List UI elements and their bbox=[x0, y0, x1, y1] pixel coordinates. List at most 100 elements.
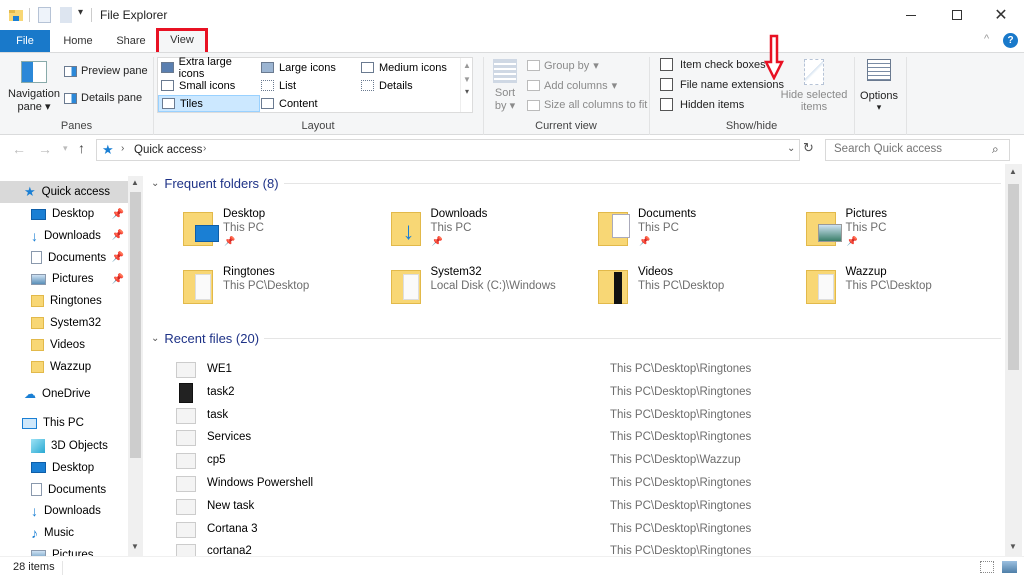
scrollbar-thumb[interactable] bbox=[1008, 184, 1019, 370]
sidebar-item-pc-downloads[interactable]: ↓ Downloads bbox=[0, 500, 128, 522]
content-scrollbar[interactable]: ▲ ▼ bbox=[1005, 164, 1022, 556]
recent-file-row[interactable]: task This PC\Desktop\Ringtones bbox=[143, 405, 1003, 427]
item-check-boxes-checkbox[interactable]: Item check boxes bbox=[660, 58, 766, 71]
forward-button[interactable]: → bbox=[38, 141, 52, 157]
recent-file-row[interactable]: task2 This PC\Desktop\Ringtones bbox=[143, 382, 1003, 404]
hide-selected-items-button[interactable]: Hide selected items bbox=[780, 57, 848, 113]
new-folder-icon[interactable] bbox=[60, 7, 72, 23]
recent-file-row[interactable]: cortana2 This PC\Desktop\Ringtones bbox=[143, 541, 1003, 556]
sidebar-item-this-pc[interactable]: This PC bbox=[0, 412, 128, 434]
tab-view[interactable]: View bbox=[156, 28, 208, 52]
recent-file-row[interactable]: cp5 This PC\Desktop\Wazzup bbox=[143, 450, 1003, 472]
sidebar-item-wazzup[interactable]: Wazzup bbox=[0, 356, 128, 378]
pin-icon[interactable]: 📌 bbox=[112, 274, 124, 285]
address-dropdown-icon[interactable]: ⌄ bbox=[787, 143, 795, 154]
scroll-down-icon[interactable]: ▼ bbox=[131, 542, 139, 551]
layout-scroll[interactable]: ▲ ▼ ▾ bbox=[460, 58, 473, 112]
sidebar-scrollbar[interactable]: ▲ ▼ bbox=[128, 176, 143, 556]
recent-file-row[interactable]: Services This PC\Desktop\Ringtones bbox=[143, 427, 1003, 449]
back-button[interactable]: ← bbox=[12, 141, 26, 157]
frequent-folder-system32[interactable]: System32 Local Disk (C:)\Windows bbox=[390, 266, 591, 316]
navigation-pane-button[interactable]: Navigation pane ▾ bbox=[8, 57, 60, 115]
sidebar-item-onedrive[interactable]: ☁ OneDrive bbox=[0, 383, 128, 405]
add-columns-button[interactable]: Add columns ▾ bbox=[527, 79, 617, 92]
details-view-icon[interactable] bbox=[980, 561, 994, 573]
recent-file-row[interactable]: Cortana 3 This PC\Desktop\Ringtones bbox=[143, 519, 1003, 541]
maximize-button[interactable] bbox=[934, 0, 980, 30]
collapse-chevron-icon[interactable]: ⌄ bbox=[151, 333, 159, 344]
layout-tiles[interactable]: Tiles bbox=[158, 95, 260, 112]
sidebar-item-documents[interactable]: Documents 📌 bbox=[0, 247, 128, 269]
sidebar-item-pc-music[interactable]: ♪ Music bbox=[0, 522, 128, 544]
tab-file[interactable]: File bbox=[0, 30, 50, 52]
recent-file-row[interactable]: New task This PC\Desktop\Ringtones bbox=[143, 496, 1003, 518]
details-pane-button[interactable]: Details pane bbox=[64, 92, 142, 104]
scrollbar-thumb[interactable] bbox=[130, 192, 141, 458]
layout-extra-large-icons[interactable]: Extra large icons bbox=[158, 56, 258, 80]
pin-icon[interactable]: 📌 bbox=[112, 252, 124, 263]
scroll-down-icon[interactable]: ▼ bbox=[1009, 542, 1017, 551]
search-box[interactable]: ⌕ bbox=[825, 139, 1010, 161]
group-by-button[interactable]: Group by ▾ bbox=[527, 59, 599, 72]
recent-file-row[interactable]: WE1 This PC\Desktop\Ringtones bbox=[143, 359, 1003, 381]
pin-icon[interactable]: 📌 bbox=[847, 236, 858, 247]
properties-icon[interactable] bbox=[38, 7, 51, 23]
customize-toolbar-dropdown-icon[interactable]: ▾ bbox=[78, 7, 83, 18]
up-button[interactable]: ↑ bbox=[78, 140, 85, 156]
hidden-items-checkbox[interactable]: Hidden items bbox=[660, 98, 744, 111]
sidebar-item-pc-desktop[interactable]: Desktop bbox=[0, 457, 128, 479]
large-icons-view-icon[interactable] bbox=[1002, 561, 1017, 573]
size-columns-button[interactable]: Size all columns to fit bbox=[527, 99, 647, 111]
layout-large-icons[interactable]: Large icons bbox=[258, 59, 358, 76]
frequent-folder-videos[interactable]: Videos This PC\Desktop bbox=[598, 266, 798, 316]
layout-details[interactable]: Details bbox=[358, 77, 458, 94]
preview-pane-button[interactable]: Preview pane bbox=[64, 65, 148, 77]
frequent-folder-pictures[interactable]: Pictures This PC 📌 bbox=[805, 208, 1006, 258]
expand-gallery-icon[interactable]: ▾ bbox=[461, 87, 473, 96]
frequent-folders-header[interactable]: ⌄ Frequent folders (8) bbox=[151, 176, 1001, 191]
recent-file-row[interactable]: Windows Powershell This PC\Desktop\Ringto… bbox=[143, 473, 1003, 495]
sidebar-item-quick-access[interactable]: ★ Quick access bbox=[0, 181, 128, 203]
breadcrumb-quick-access[interactable]: Quick access bbox=[134, 144, 202, 156]
search-input[interactable] bbox=[834, 143, 984, 155]
collapse-ribbon-icon[interactable]: ^ bbox=[984, 33, 989, 45]
frequent-folder-ringtones[interactable]: Ringtones This PC\Desktop bbox=[183, 266, 383, 316]
sort-by-button[interactable]: Sort by ▾ bbox=[490, 57, 520, 112]
tab-share[interactable]: Share bbox=[108, 30, 154, 52]
layout-medium-icons[interactable]: Medium icons bbox=[358, 59, 458, 76]
sidebar-item-desktop[interactable]: Desktop 📌 bbox=[0, 203, 128, 225]
options-button[interactable]: Options ▾ bbox=[856, 57, 902, 113]
sidebar-item-system32[interactable]: System32 bbox=[0, 312, 128, 334]
sidebar-item-pictures[interactable]: Pictures 📌 bbox=[0, 268, 128, 290]
pin-icon[interactable]: 📌 bbox=[224, 236, 235, 247]
layout-list[interactable]: List bbox=[258, 77, 358, 94]
pin-icon[interactable]: 📌 bbox=[112, 209, 124, 220]
sidebar-item-downloads[interactable]: ↓ Downloads 📌 bbox=[0, 225, 128, 247]
frequent-folder-downloads[interactable]: ↓ Downloads This PC 📌 bbox=[390, 208, 591, 258]
collapse-chevron-icon[interactable]: ⌄ bbox=[151, 178, 159, 189]
layout-small-icons[interactable]: Small icons bbox=[158, 77, 258, 94]
tab-home[interactable]: Home bbox=[55, 30, 101, 52]
refresh-button[interactable]: ↻ bbox=[803, 140, 814, 156]
minimize-button[interactable] bbox=[888, 0, 934, 30]
frequent-folder-desktop[interactable]: Desktop This PC 📌 bbox=[183, 208, 383, 258]
pin-icon[interactable]: 📌 bbox=[432, 236, 443, 247]
scroll-up-icon[interactable]: ▲ bbox=[131, 178, 139, 187]
sidebar-item-pc-pictures[interactable]: Pictures bbox=[0, 544, 128, 556]
breadcrumb-chevron-icon[interactable]: › bbox=[121, 143, 124, 154]
address-bar[interactable]: ★ › Quick access › ⌄ bbox=[96, 139, 800, 161]
sidebar-item-pc-3d-objects[interactable]: 3D Objects bbox=[0, 435, 128, 457]
help-icon[interactable]: ? bbox=[1003, 33, 1018, 48]
pin-icon[interactable]: 📌 bbox=[639, 236, 650, 247]
layout-content[interactable]: Content bbox=[258, 95, 358, 112]
frequent-folder-wazzup[interactable]: Wazzup This PC\Desktop bbox=[805, 266, 1006, 316]
sidebar-item-pc-documents[interactable]: Documents bbox=[0, 479, 128, 501]
frequent-folder-documents[interactable]: Documents This PC 📌 bbox=[598, 208, 798, 258]
scroll-up-icon[interactable]: ▲ bbox=[461, 61, 473, 70]
recent-locations-dropdown[interactable]: ▾ bbox=[63, 143, 68, 154]
breadcrumb-chevron-icon[interactable]: › bbox=[203, 143, 206, 154]
sidebar-item-videos[interactable]: Videos bbox=[0, 334, 128, 356]
close-button[interactable]: ✕ bbox=[978, 0, 1024, 30]
scroll-up-icon[interactable]: ▲ bbox=[1009, 167, 1017, 176]
pin-icon[interactable]: 📌 bbox=[112, 230, 124, 241]
